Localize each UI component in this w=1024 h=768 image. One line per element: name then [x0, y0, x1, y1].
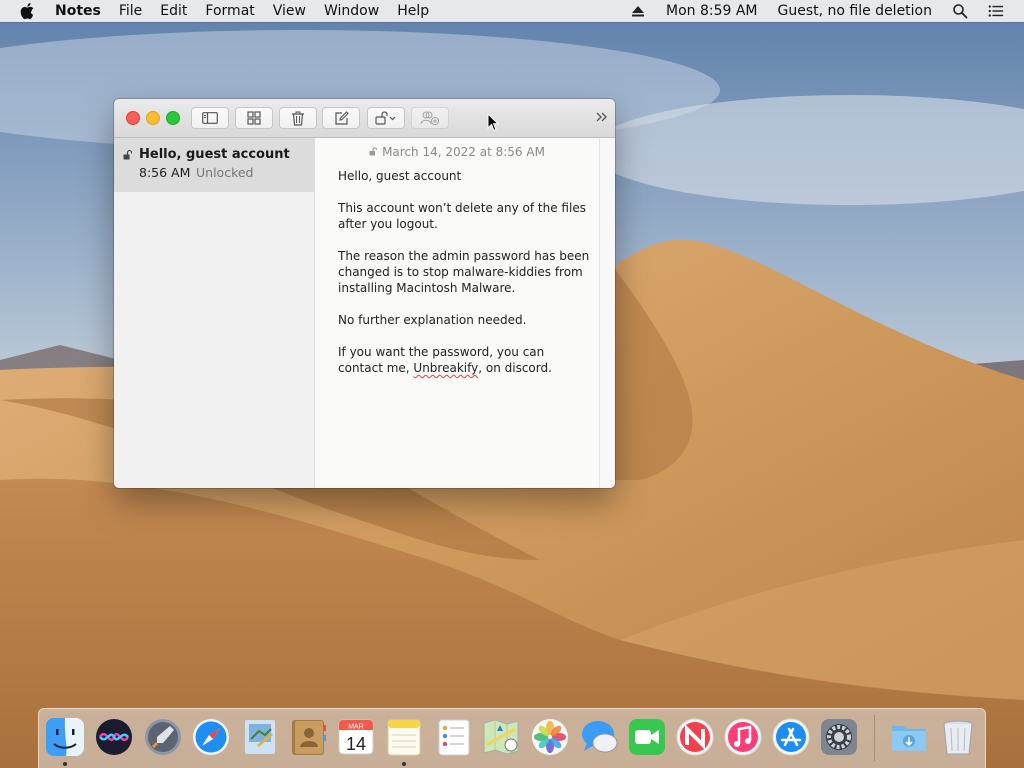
note-list-title: Hello, guest account	[139, 147, 290, 162]
running-indicator	[402, 762, 406, 766]
siri-icon[interactable]	[94, 717, 134, 757]
calendar-month: MAR	[348, 724, 364, 731]
contacts-icon[interactable]	[289, 717, 329, 757]
note-date: March 14, 2022 at 8:56 AM	[315, 145, 599, 159]
facetime-icon[interactable]	[627, 717, 667, 757]
note-list-time: 8:56 AM	[139, 165, 191, 180]
menu-app-name[interactable]: Notes	[53, 0, 110, 22]
lock-note-button[interactable]	[367, 107, 405, 129]
dock: MAR 14	[38, 708, 986, 768]
maps-icon[interactable]	[481, 717, 521, 757]
note-line-end: , on discord.	[478, 361, 552, 375]
new-note-button[interactable]	[322, 107, 360, 129]
menu-file[interactable]: File	[110, 0, 151, 22]
news-icon[interactable]	[675, 717, 715, 757]
reminders-icon[interactable]	[434, 717, 474, 757]
add-people-button[interactable]	[411, 107, 449, 129]
menu-view[interactable]: View	[264, 0, 315, 22]
note-line: The reason the admin password has been	[338, 249, 590, 263]
messages-icon[interactable]	[579, 717, 619, 757]
unlocked-lock-icon	[123, 150, 132, 160]
trash-icon[interactable]	[938, 717, 978, 757]
dock-separator	[874, 715, 875, 761]
system-preferences-icon[interactable]	[819, 717, 859, 757]
menu-format[interactable]: Format	[196, 0, 263, 22]
unlocked-lock-icon	[369, 147, 378, 156]
spotlight-search-icon[interactable]	[952, 3, 968, 19]
menu-edit[interactable]: Edit	[151, 0, 196, 22]
finder-icon[interactable]	[45, 717, 85, 757]
running-indicator	[63, 762, 67, 766]
compose-icon	[334, 110, 349, 125]
note-blank-line	[338, 328, 589, 344]
note-line: contact me, Unbreakify, on discord.	[338, 360, 589, 376]
notes-window: Hello, guest account 8:56 AM Unlocked Ma…	[114, 99, 615, 488]
note-line: changed is to stop malware-kiddies from	[338, 265, 583, 279]
close-window-button[interactable]	[126, 111, 140, 125]
sidebar-icon	[202, 112, 218, 124]
downloads-folder-icon[interactable]	[889, 717, 929, 757]
apple-logo-icon[interactable]	[20, 2, 36, 20]
notification-center-icon[interactable]	[988, 3, 1004, 19]
note-line: No further explanation needed.	[338, 313, 527, 327]
grid-icon	[247, 111, 261, 125]
note-list-lock-state: Unlocked	[196, 165, 254, 180]
note-editor[interactable]: March 14, 2022 at 8:56 AM Hello, guest a…	[315, 138, 599, 488]
mouse-pointer-icon	[487, 113, 499, 132]
note-line: installing Macintosh Malware.	[338, 281, 516, 295]
window-toolbar[interactable]	[114, 99, 615, 138]
safari-icon[interactable]	[191, 717, 231, 757]
menu-help[interactable]: Help	[388, 0, 438, 22]
photos-icon[interactable]	[530, 717, 570, 757]
note-line-start: contact me,	[338, 361, 414, 375]
note-blank-line	[338, 232, 589, 248]
zoom-window-button[interactable]	[166, 111, 180, 125]
notes-icon[interactable]	[384, 717, 424, 757]
unlock-icon	[375, 111, 396, 125]
scrollbar-track[interactable]	[599, 138, 615, 488]
note-line: Hello, guest account	[338, 169, 462, 183]
note-line: If you want the password, you can	[338, 345, 545, 359]
trash-icon	[292, 111, 304, 126]
minimize-window-button[interactable]	[146, 111, 160, 125]
note-list-item[interactable]: Hello, guest account 8:56 AM Unlocked	[114, 138, 314, 192]
menubar-clock[interactable]: Mon 8:59 AM	[656, 0, 768, 22]
menu-window[interactable]: Window	[315, 0, 388, 22]
launchpad-icon[interactable]	[143, 717, 183, 757]
note-line: This account won’t delete any of the fil…	[338, 201, 586, 215]
mail-icon[interactable]	[241, 717, 281, 757]
calendar-icon[interactable]: MAR 14	[336, 717, 376, 757]
note-date-text: March 14, 2022 at 8:56 AM	[382, 145, 545, 159]
itunes-icon[interactable]	[723, 717, 763, 757]
misspelled-word[interactable]: Unbreakify	[413, 361, 478, 375]
app-store-icon[interactable]	[771, 717, 811, 757]
add-people-icon	[420, 111, 440, 125]
note-blank-line	[338, 184, 589, 200]
notes-list: Hello, guest account 8:56 AM Unlocked	[114, 138, 315, 488]
menu-bar: Notes File Edit Format View Window Help …	[0, 0, 1024, 22]
note-body[interactable]: Hello, guest account This account won’t …	[338, 168, 589, 376]
delete-note-button[interactable]	[279, 107, 317, 129]
menubar-user[interactable]: Guest, no file deletion	[768, 0, 943, 22]
note-line: after you logout.	[338, 217, 438, 231]
toolbar-overflow-chevron-icon[interactable]	[595, 110, 609, 124]
eject-icon[interactable]	[630, 3, 646, 19]
calendar-day: 14	[346, 734, 366, 754]
toggle-sidebar-button[interactable]	[191, 107, 229, 129]
note-blank-line	[338, 296, 589, 312]
gallery-view-button[interactable]	[235, 107, 273, 129]
